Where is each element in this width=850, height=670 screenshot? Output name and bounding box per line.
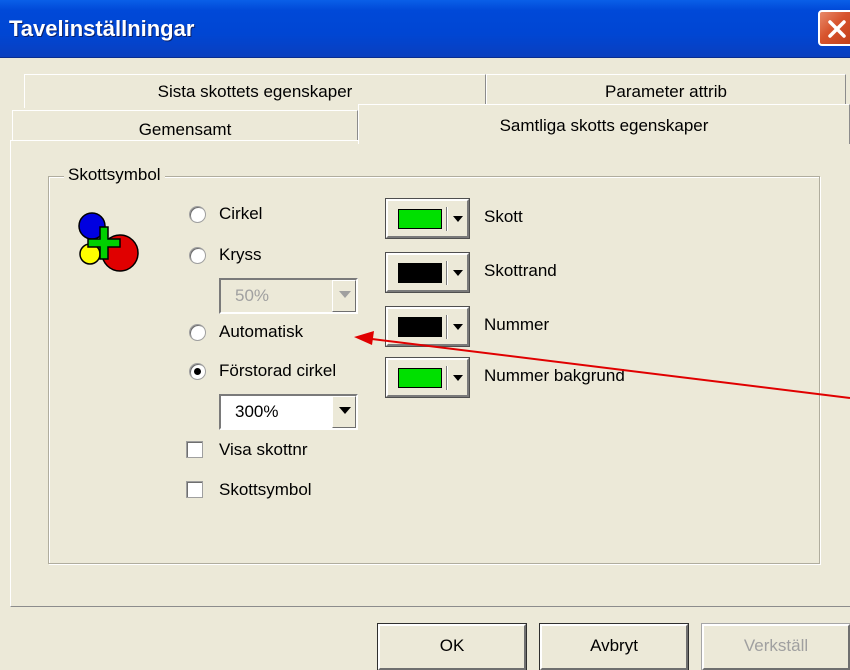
kryss-size-value: 50% (235, 286, 270, 305)
color-button-skott[interactable] (385, 198, 470, 239)
apply-button[interactable]: Verkställ (701, 623, 850, 670)
chevron-down-icon[interactable] (332, 280, 356, 312)
radio-forstorad-cirkel[interactable] (189, 363, 206, 380)
color-swatch (398, 263, 442, 283)
circle-size-select[interactable]: 300% (219, 394, 358, 430)
color-swatch (398, 368, 442, 388)
cancel-button[interactable]: Avbryt (539, 623, 689, 670)
close-button[interactable] (818, 10, 850, 46)
color-swatch (398, 209, 442, 229)
kryss-size-select[interactable]: 50% (219, 278, 358, 314)
checkbox-visa-skottnr[interactable] (186, 441, 203, 458)
tab-gemensamt[interactable]: Gemensamt (12, 110, 358, 144)
tab-samtliga-skotts-egenskaper[interactable]: Samtliga skotts egenskaper (358, 104, 850, 144)
group-title: Skottsymbol (64, 165, 165, 185)
radio-automatisk-label: Automatisk (219, 322, 304, 341)
circle-size-value: 300% (235, 402, 279, 421)
chevron-down-icon (453, 270, 463, 276)
checkbox-skottsymbol[interactable] (186, 481, 203, 498)
color-swatch (398, 317, 442, 337)
colored-circles-plus-icon (78, 212, 139, 272)
chevron-down-icon (453, 324, 463, 330)
ok-button[interactable]: OK (377, 623, 527, 670)
color-button-nummer-bakgrund[interactable] (385, 357, 470, 398)
tab-parameter-attrib[interactable]: Parameter attrib (486, 74, 846, 108)
title-bar[interactable]: Tavelinställningar (0, 0, 850, 58)
color-label-skottrand: Skottrand (484, 261, 557, 280)
chevron-down-icon (453, 375, 463, 381)
radio-forstorad-cirkel-label: Förstorad cirkel (219, 361, 337, 380)
color-label-skott: Skott (484, 207, 523, 226)
chevron-down-icon (453, 216, 463, 222)
color-label-nummer: Nummer (484, 315, 550, 334)
color-label-nummer-bakgrund: Nummer bakgrund (484, 366, 625, 385)
color-button-nummer[interactable] (385, 306, 470, 347)
radio-kryss-label: Kryss (219, 245, 262, 264)
checkbox-skottsymbol-label: Skottsymbol (219, 480, 312, 499)
chevron-down-icon[interactable] (332, 396, 356, 428)
checkbox-visa-skottnr-label: Visa skottnr (219, 440, 308, 459)
tab-sista-skottets-egenskaper[interactable]: Sista skottets egenskaper (24, 74, 486, 108)
radio-kryss[interactable] (189, 247, 206, 264)
radio-cirkel-label: Cirkel (219, 204, 263, 223)
close-icon (828, 20, 846, 38)
radio-cirkel[interactable] (189, 206, 206, 223)
radio-automatisk[interactable] (189, 324, 206, 341)
color-button-skottrand[interactable] (385, 252, 470, 293)
window-title: Tavelinställningar (9, 16, 195, 41)
